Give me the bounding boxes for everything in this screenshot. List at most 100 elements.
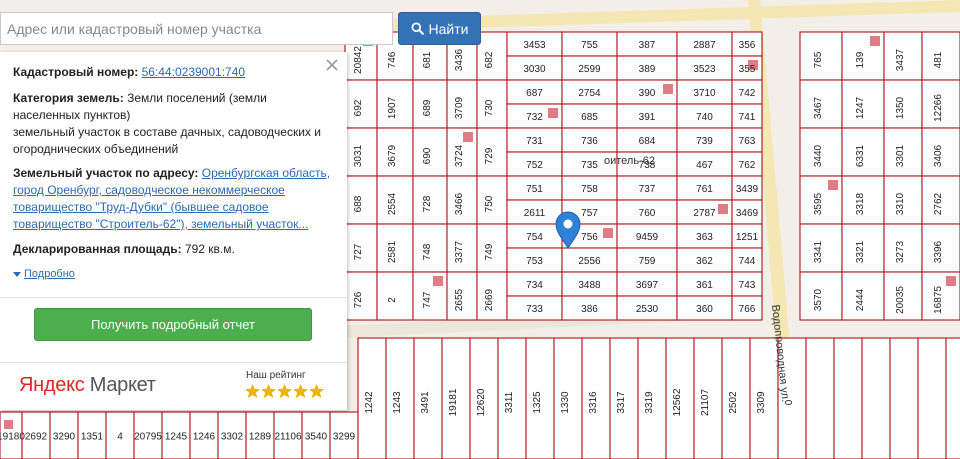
parcel-label: 2655: [454, 288, 465, 311]
parcel[interactable]: [805, 337, 835, 459]
parcel-label: 742: [739, 88, 756, 99]
parcel-label: 20035: [895, 286, 906, 314]
area-row: Декларированная площадь: 792 кв.м.: [13, 241, 331, 258]
building: [663, 84, 673, 94]
parcel-label: 12266: [933, 94, 944, 122]
parcel[interactable]: [917, 337, 947, 459]
parcel-label: 1243: [392, 391, 403, 414]
parcel-label: 3406: [933, 144, 944, 167]
building: [718, 204, 728, 214]
address-label: Земельный участок по адресу:: [13, 166, 199, 180]
parcel-label: 753: [526, 256, 543, 267]
parcel-label: 21106: [274, 432, 302, 443]
parcel-label: 3440: [813, 144, 824, 167]
parcel-label: 481: [933, 51, 944, 68]
parcel-label: 744: [739, 256, 756, 267]
parcel-label: 3317: [616, 391, 627, 414]
parcel-label: 2692: [25, 432, 48, 443]
parcel-label: 727: [353, 243, 364, 260]
parcel-label: 748: [422, 243, 433, 260]
parcel-label: 360: [696, 304, 713, 315]
parcel-label: 752: [526, 160, 543, 171]
parcel-label: 361: [696, 280, 713, 291]
parcel[interactable]: [889, 337, 919, 459]
parcel-label: 3319: [644, 391, 655, 414]
building: [828, 180, 838, 190]
parcel-label: 19180: [0, 432, 25, 443]
parcel-label: 740: [696, 112, 713, 123]
parcel-label: 3299: [333, 432, 356, 443]
search-icon: [411, 22, 424, 35]
building: [4, 420, 13, 429]
parcel-label: 761: [696, 184, 713, 195]
yandex-market-logo[interactable]: Яндекс Маркет: [19, 374, 156, 397]
parcel-label: 3491: [420, 391, 431, 414]
parcel-label: 758: [581, 184, 598, 195]
building: [548, 108, 558, 118]
parcel-label: 1907: [387, 96, 398, 119]
parcel-label: 1351: [81, 432, 104, 443]
star-icon: [261, 384, 276, 399]
parcel-label: 6331: [855, 144, 866, 167]
parcel-label: 2556: [578, 256, 601, 267]
parcel-label: 734: [526, 280, 543, 291]
parcel-label: 3697: [636, 280, 659, 291]
parcel[interactable]: [945, 337, 960, 459]
parcel-label: 1350: [895, 96, 906, 119]
parcel-label: 1289: [249, 432, 272, 443]
parcel-label: 9459: [636, 232, 659, 243]
rating-label: Наш рейтинг: [246, 370, 306, 381]
building: [946, 276, 956, 286]
cadastral-number-link[interactable]: 56:44:0239001:740: [142, 65, 245, 79]
area-label: Декларированная площадь:: [13, 242, 182, 256]
parcel-label: 765: [813, 51, 824, 68]
parcel-label: 3030: [523, 64, 546, 75]
parcel-label: 2444: [855, 288, 866, 311]
parcel-label: 757: [581, 208, 598, 219]
details-toggle[interactable]: Подробно: [13, 268, 75, 280]
parcel-label: 2554: [387, 192, 398, 215]
parcel-label: 363: [696, 232, 713, 243]
parcel-label: 3523: [693, 64, 716, 75]
parcel-label: 3709: [454, 96, 465, 119]
parcel[interactable]: [861, 337, 891, 459]
parcel-label: 735: [581, 160, 598, 171]
parcel-label: 1242: [364, 391, 375, 414]
parcel-label: 2887: [693, 40, 716, 51]
parcel-info-card: Кадастровый номер: 56:44:0239001:740 Кат…: [0, 52, 347, 410]
parcel-label: 3310: [895, 192, 906, 215]
search-button[interactable]: Найти: [398, 12, 481, 45]
parcel-label: 355: [739, 64, 756, 75]
parcel-label: 2611: [524, 208, 546, 219]
parcel-label: 755: [581, 40, 598, 51]
parcel-label: 746: [387, 51, 398, 68]
parcel-label: 356: [739, 40, 756, 51]
parcel-label: 386: [581, 304, 598, 315]
get-report-button[interactable]: Получить подробный отчет: [34, 308, 312, 341]
parcel-label: 3469: [736, 208, 759, 219]
parcel-label: 2669: [484, 288, 495, 311]
rating-stars: [245, 384, 324, 399]
parcel-label: 751: [526, 184, 543, 195]
details-label: Подробно: [24, 268, 75, 280]
parcel-label: 20842: [353, 46, 364, 74]
building: [603, 228, 613, 238]
parcel-label: 2754: [578, 88, 601, 99]
parcel-label: 3436: [454, 48, 465, 71]
parcel-label: 1247: [855, 96, 866, 119]
parcel-label: 739: [696, 136, 713, 147]
parcel[interactable]: [833, 337, 863, 459]
parcel-label: 3318: [855, 192, 866, 215]
search-bar: [0, 12, 393, 45]
search-input[interactable]: [1, 13, 392, 44]
parcel[interactable]: [376, 271, 414, 321]
parcel-label: 689: [422, 99, 433, 116]
parcel-label: 1246: [193, 432, 216, 443]
building: [870, 36, 880, 46]
parcel-label: 3467: [813, 96, 824, 119]
parcel-label: 756: [581, 232, 598, 243]
parcel-label: 733: [526, 304, 543, 315]
parcel-label: 750: [484, 195, 495, 212]
parcel-label: 749: [484, 243, 495, 260]
parcel-label: 2530: [636, 304, 659, 315]
